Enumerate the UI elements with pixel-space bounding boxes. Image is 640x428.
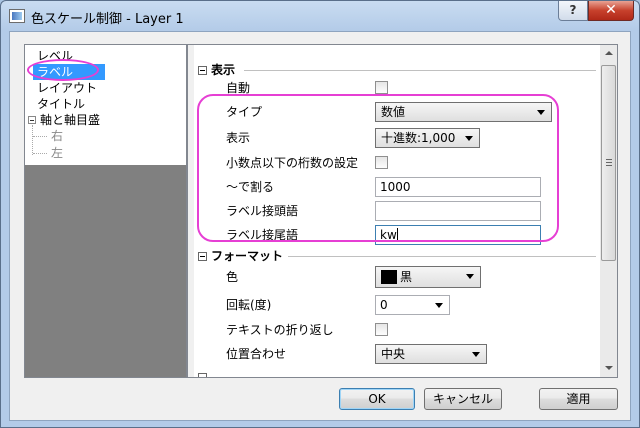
dropdown-arrow-icon — [466, 274, 474, 279]
collapse-icon[interactable] — [198, 252, 207, 261]
rotate-select[interactable]: 0 — [375, 295, 450, 315]
tree-item-right[interactable]: 右 — [51, 128, 63, 144]
dialog-window: 色スケール制御 - Layer 1 ? ✕ レベル ラベル レイアウト タイトル… — [0, 0, 640, 428]
align-select[interactable]: 中央 — [375, 344, 487, 364]
cancel-button[interactable]: キャンセル — [424, 388, 502, 410]
tree-item-axis[interactable]: 軸と軸目盛 — [40, 112, 100, 128]
tree-empty-area — [25, 165, 186, 377]
tree-item-layout[interactable]: レイアウト — [37, 80, 97, 96]
category-tree[interactable]: レベル ラベル レイアウト タイトル 軸と軸目盛 右 左 — [24, 44, 187, 378]
color-select[interactable]: 黒 — [375, 266, 481, 288]
scroll-up-icon[interactable] — [600, 45, 617, 62]
title-bar[interactable]: 色スケール制御 - Layer 1 ? ✕ — [1, 1, 639, 31]
close-button[interactable]: ✕ — [588, 1, 634, 21]
collapse-icon[interactable] — [198, 373, 207, 377]
window-title: 色スケール制御 - Layer 1 — [31, 12, 184, 27]
color-swatch — [381, 270, 397, 284]
tree-item-title[interactable]: タイトル — [37, 96, 85, 112]
dropdown-arrow-icon — [472, 352, 480, 357]
rotate-label: 回転(度) — [226, 298, 272, 312]
ok-button[interactable]: OK — [339, 388, 415, 410]
expander-icon[interactable] — [28, 116, 36, 124]
tree-connector — [32, 125, 33, 155]
tree-item-left[interactable]: 左 — [51, 145, 63, 161]
app-icon — [9, 9, 25, 23]
section-partial-header[interactable] — [198, 369, 211, 377]
tree-connector — [33, 136, 47, 137]
section-format-header[interactable]: フォーマット — [198, 248, 283, 264]
section-display-header[interactable]: 表示 — [198, 62, 235, 78]
apply-button[interactable]: 適用 — [539, 388, 618, 410]
help-button[interactable]: ? — [558, 1, 588, 21]
annotation-ellipse — [27, 59, 99, 81]
auto-checkbox[interactable] — [375, 81, 388, 94]
align-label: 位置合わせ — [226, 347, 287, 361]
wrap-label: テキストの折り返し — [226, 323, 334, 337]
dropdown-arrow-icon — [435, 303, 443, 308]
grip-icon — [606, 159, 612, 166]
annotation-rectangle — [197, 94, 559, 242]
color-label: 色 — [226, 270, 239, 284]
wrap-checkbox[interactable] — [375, 323, 388, 336]
vertical-scrollbar[interactable] — [600, 45, 617, 377]
collapse-icon[interactable] — [198, 66, 207, 75]
tree-connector — [33, 153, 47, 154]
scroll-down-icon[interactable] — [600, 360, 617, 377]
scroll-thumb[interactable] — [601, 65, 616, 261]
